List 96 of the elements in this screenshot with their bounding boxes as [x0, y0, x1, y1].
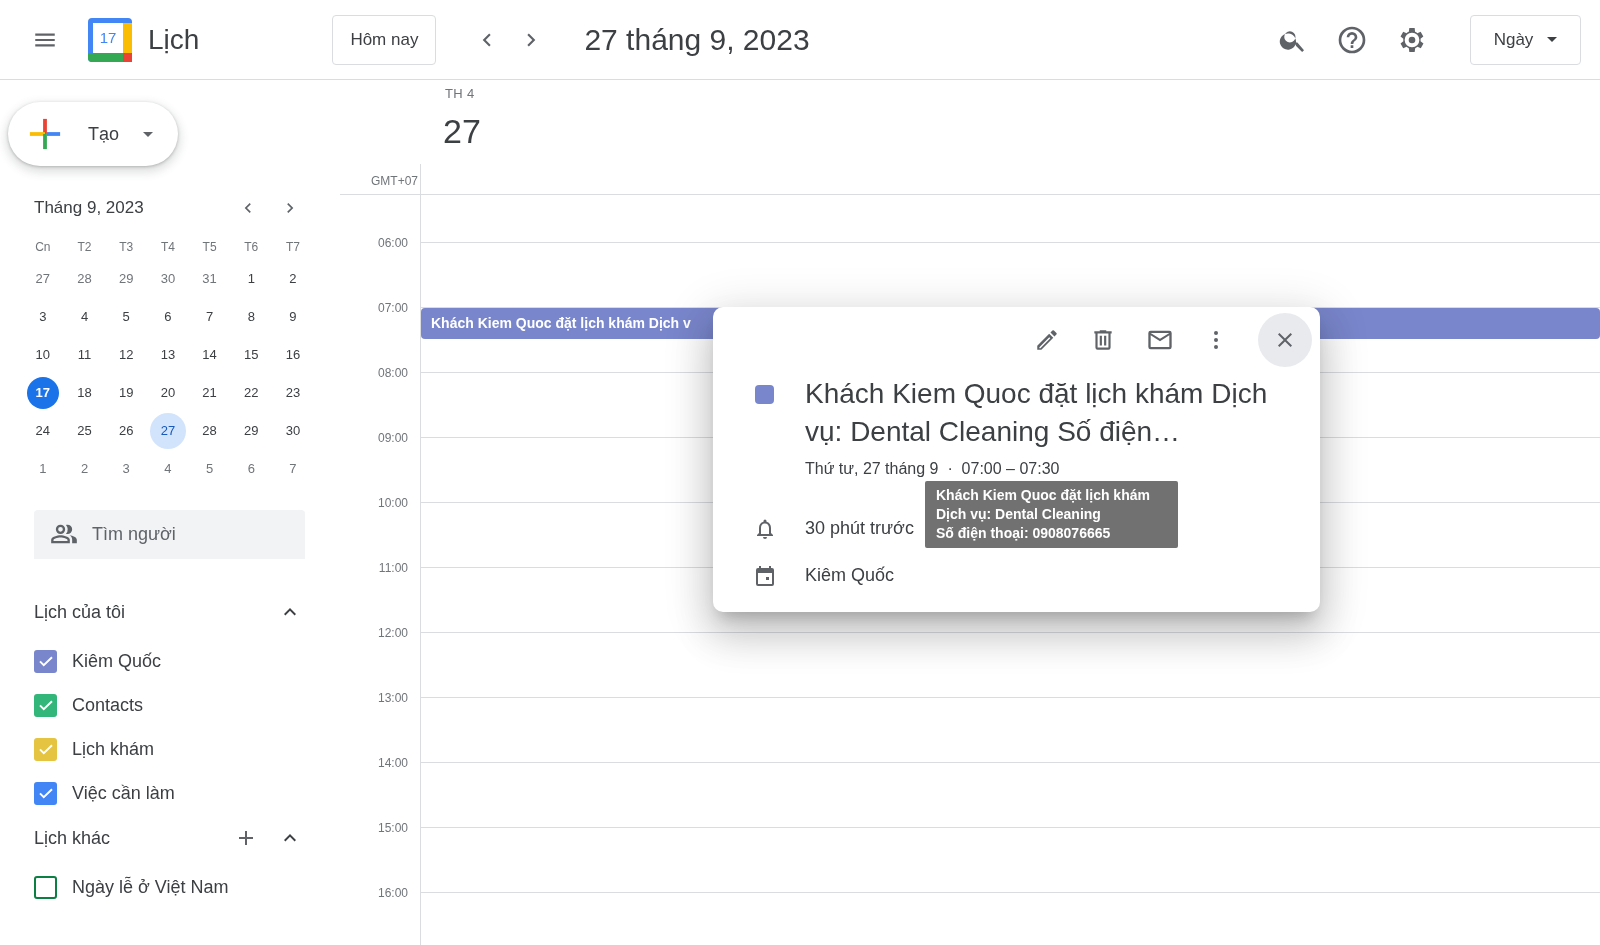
- date-cell[interactable]: 3: [26, 301, 59, 333]
- weekday-label: T4: [160, 239, 175, 256]
- date-cell[interactable]: 21: [193, 377, 226, 409]
- event-time: Thứ tư, 27 tháng 9 · 07:00 – 07:30: [805, 459, 1061, 479]
- date-cell[interactable]: 29: [110, 263, 143, 295]
- date-cell[interactable]: 4: [68, 301, 101, 333]
- date-cell[interactable]: 25: [68, 415, 101, 447]
- date-cell[interactable]: 10: [26, 339, 59, 371]
- date-cell[interactable]: 23: [276, 377, 309, 409]
- time-label: 15:00: [377, 820, 408, 837]
- checkbox[interactable]: [34, 781, 57, 805]
- pencil-icon[interactable]: [1034, 327, 1060, 353]
- time-label: 09:00: [377, 430, 408, 447]
- date-title: 27 tháng 9, 2023: [584, 22, 810, 58]
- time-label: 11:00: [378, 560, 408, 577]
- checkbox[interactable]: [34, 693, 57, 717]
- date-cell[interactable]: 24: [26, 415, 59, 447]
- checkbox[interactable]: [34, 649, 57, 673]
- calendar-label[interactable]: Việc cần làm: [72, 779, 175, 807]
- reminder-text: 30 phút trước: [805, 517, 914, 540]
- time-label: 12:00: [377, 625, 408, 642]
- time-label: 10:00: [377, 495, 408, 512]
- date-cell[interactable]: 27: [151, 415, 184, 447]
- weekday-label: Cn: [35, 239, 51, 256]
- date-cell[interactable]: 16: [276, 339, 309, 371]
- date-cell[interactable]: 2: [276, 263, 309, 295]
- date-cell[interactable]: 7: [193, 301, 226, 333]
- event-title: Khách Kiem Quoc đặt lịch khám Dịch vụ: Dental Cleaning Số điện…: [805, 377, 1269, 449]
- weekday-label: TH 4: [445, 85, 475, 103]
- tooltip-line: Số điện thoại: 0908076665: [936, 524, 1112, 543]
- date-cell[interactable]: 15: [235, 339, 268, 371]
- date-cell[interactable]: 22: [235, 377, 268, 409]
- date-cell[interactable]: 12: [110, 339, 143, 371]
- date-cell[interactable]: 3: [110, 453, 143, 485]
- view-dropdown[interactable]: Ngày: [1470, 14, 1581, 65]
- tooltip-line: Khách Kiem Quoc đặt lịch khám: [936, 486, 1151, 505]
- date-cell[interactable]: 9: [276, 301, 309, 333]
- date-cell[interactable]: 5: [110, 301, 143, 333]
- day-number[interactable]: 27: [443, 106, 481, 157]
- month-title: Tháng 9, 2023: [34, 197, 144, 220]
- weekday-label: T6: [244, 239, 259, 256]
- app-title: Lịch: [148, 22, 200, 57]
- date-cell[interactable]: 29: [235, 415, 268, 447]
- calendar-name: Kiêm Quốc: [805, 564, 895, 587]
- time-label: 07:00: [377, 300, 408, 317]
- date-cell[interactable]: 14: [193, 339, 226, 371]
- checkbox[interactable]: [34, 737, 57, 761]
- tooltip-line: Dịch vụ: Dental Cleaning: [936, 505, 1102, 524]
- date-cell[interactable]: 1: [26, 453, 59, 485]
- date-cell[interactable]: 13: [151, 339, 184, 371]
- date-cell[interactable]: 7: [276, 453, 309, 485]
- weekday-label: T7: [285, 239, 300, 256]
- caret-icon: [143, 131, 154, 137]
- timezone-label: GMT+07: [371, 173, 418, 190]
- date-cell[interactable]: 1: [235, 263, 268, 295]
- date-cell[interactable]: 19: [110, 377, 143, 409]
- date-cell[interactable]: 30: [151, 263, 184, 295]
- date-cell[interactable]: 6: [235, 453, 268, 485]
- plus-icon: [28, 117, 62, 151]
- date-cell[interactable]: 17: [26, 377, 59, 409]
- date-cell[interactable]: 8: [235, 301, 268, 333]
- calendar-label[interactable]: Lịch khám: [72, 735, 155, 763]
- calendar-label[interactable]: Ngày lễ ở Việt Nam: [72, 873, 229, 901]
- date-cell[interactable]: 6: [151, 301, 184, 333]
- section-title: Lịch của tôi: [34, 600, 126, 624]
- section-title: Lịch khác: [34, 826, 111, 850]
- weekday-label: T3: [119, 239, 134, 256]
- people-search-field[interactable]: Tìm người: [34, 510, 305, 559]
- date-cell[interactable]: 27: [26, 263, 59, 295]
- date-cell[interactable]: 11: [68, 339, 101, 371]
- date-cell[interactable]: 20: [151, 377, 184, 409]
- time-label: 14:00: [377, 755, 408, 772]
- create-button[interactable]: Tạo: [8, 102, 178, 166]
- time-label: 13:00: [377, 690, 408, 707]
- date-cell[interactable]: 4: [151, 453, 184, 485]
- date-cell[interactable]: 26: [110, 415, 143, 447]
- date-cell[interactable]: 28: [193, 415, 226, 447]
- caret-icon: [1547, 37, 1558, 42]
- weekday-label: T5: [202, 239, 217, 256]
- today-button[interactable]: Hôm nay: [332, 14, 437, 65]
- weekday-label: T2: [77, 239, 92, 256]
- close-button[interactable]: [1258, 313, 1312, 367]
- calendar-logo-icon: 17: [88, 17, 132, 62]
- date-cell[interactable]: 2: [68, 453, 101, 485]
- calendar-label[interactable]: Contacts: [72, 691, 144, 719]
- checkbox[interactable]: [34, 875, 57, 899]
- time-label: 06:00: [377, 235, 408, 252]
- date-cell[interactable]: 28: [68, 263, 101, 295]
- calendar-label[interactable]: Kiêm Quốc: [72, 647, 162, 675]
- time-label: 08:00: [377, 365, 408, 382]
- time-label: 16:00: [377, 885, 408, 902]
- date-cell[interactable]: 31: [193, 263, 226, 295]
- date-cell[interactable]: 18: [68, 377, 101, 409]
- date-cell[interactable]: 5: [193, 453, 226, 485]
- calendar-icon: [753, 563, 777, 588]
- date-cell[interactable]: 30: [276, 415, 309, 447]
